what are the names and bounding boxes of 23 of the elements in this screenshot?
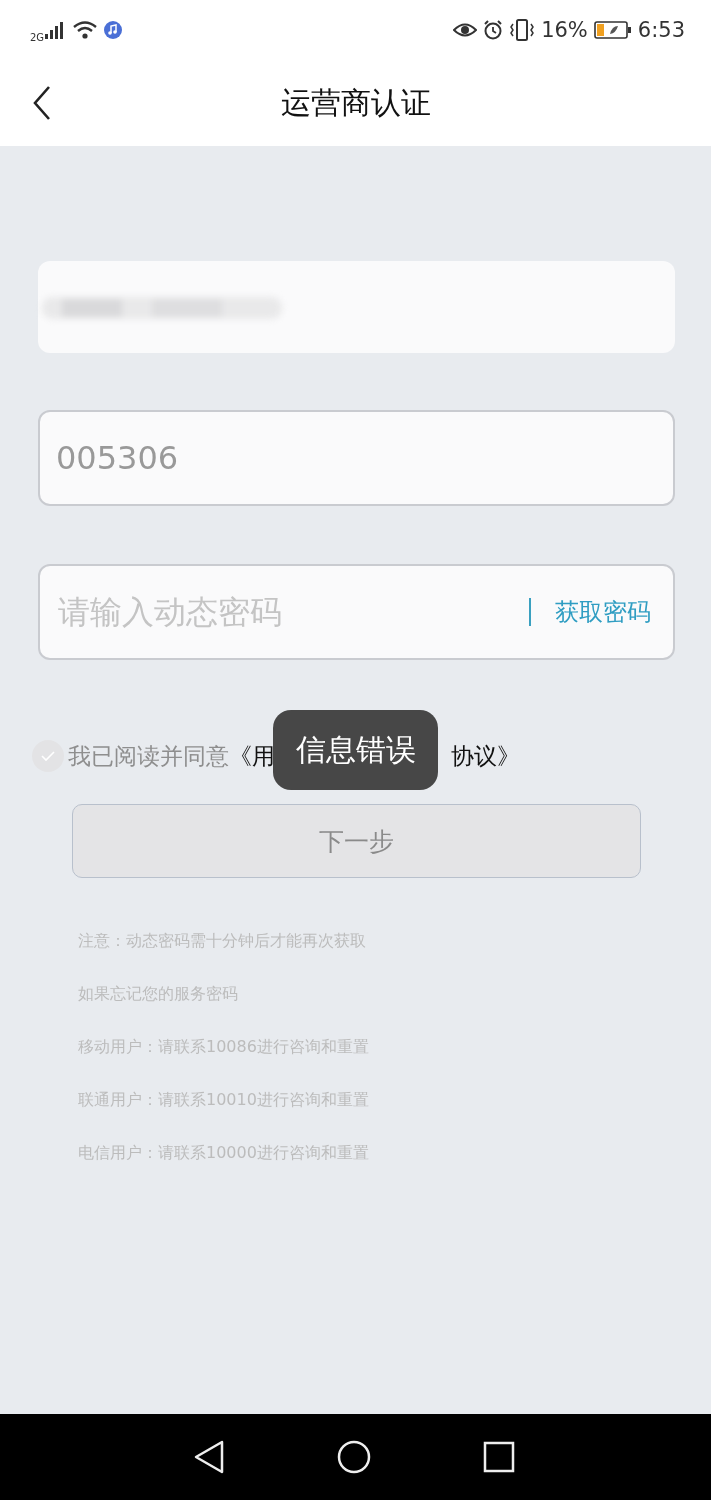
eye-icon bbox=[453, 21, 478, 39]
error-toast: 信息错误 bbox=[273, 710, 438, 790]
home-nav-icon bbox=[336, 1440, 371, 1474]
account-field[interactable]: 005306 bbox=[38, 410, 675, 506]
back-nav-icon bbox=[192, 1440, 225, 1474]
check-icon bbox=[40, 750, 56, 762]
recents-nav-icon bbox=[482, 1441, 515, 1473]
battery-percent: 16% bbox=[541, 18, 588, 42]
back-icon bbox=[32, 85, 52, 121]
agreement-link[interactable]: 协议》 bbox=[451, 740, 520, 772]
battery-icon bbox=[593, 21, 632, 39]
page-title: 运营商认证 bbox=[280, 83, 431, 122]
agreement-text: 我已阅读并同意 bbox=[68, 741, 229, 771]
agreement-checkbox[interactable] bbox=[32, 740, 64, 772]
phone-field[interactable] bbox=[38, 261, 675, 353]
network-type: 2G bbox=[30, 31, 45, 43]
back-button[interactable] bbox=[32, 85, 52, 121]
vibrate-icon bbox=[509, 19, 536, 41]
get-password-link[interactable]: 获取密码 bbox=[555, 596, 651, 628]
music-icon bbox=[104, 21, 123, 39]
wifi-icon bbox=[72, 20, 99, 40]
alarm-icon bbox=[483, 20, 504, 40]
status-time: 6:53 bbox=[637, 18, 685, 42]
